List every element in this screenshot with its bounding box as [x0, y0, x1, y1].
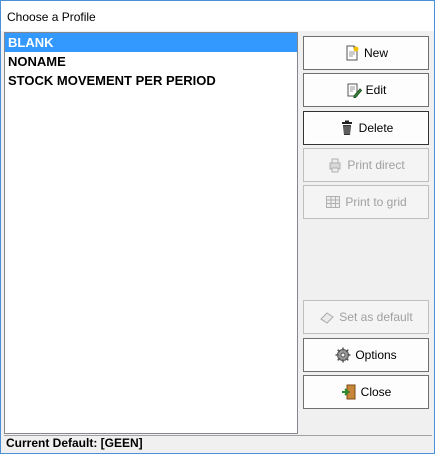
set-as-default-button-label: Set as default — [339, 310, 413, 324]
profile-list-item[interactable]: NONAME — [5, 52, 297, 71]
trash-icon — [339, 120, 355, 136]
profile-dialog: Choose a Profile BLANK NONAME STOCK MOVE… — [0, 0, 435, 454]
status-bar: Current Default: [GEEN] — [4, 435, 432, 451]
eraser-icon — [319, 309, 335, 325]
edit-document-icon — [346, 82, 362, 98]
print-direct-icon — [327, 157, 343, 173]
print-direct-button-label: Print direct — [347, 158, 405, 172]
print-to-grid-button[interactable]: Print to grid — [303, 185, 429, 219]
door-exit-icon — [341, 384, 357, 400]
current-default-status: Current Default: [GEEN] — [6, 436, 143, 450]
close-button[interactable]: Close — [303, 375, 429, 409]
title-bar: Choose a Profile — [1, 1, 434, 31]
profile-list-item[interactable]: BLANK — [5, 33, 297, 52]
gear-icon — [335, 347, 351, 363]
set-as-default-button[interactable]: Set as default — [303, 300, 429, 334]
delete-button-label: Delete — [358, 121, 394, 135]
window-title: Choose a Profile — [7, 10, 96, 24]
edit-button[interactable]: Edit — [303, 73, 429, 107]
profile-list-item[interactable]: STOCK MOVEMENT PER PERIOD — [5, 71, 297, 90]
edit-button-label: Edit — [365, 83, 387, 97]
new-button-label: New — [363, 46, 388, 60]
print-direct-button[interactable]: Print direct — [303, 148, 429, 182]
print-to-grid-button-label: Print to grid — [345, 195, 407, 209]
new-document-icon — [344, 45, 360, 61]
delete-button[interactable]: Delete — [303, 111, 429, 145]
grid-icon — [325, 194, 341, 210]
options-button-label: Options — [355, 348, 397, 362]
new-button[interactable]: New — [303, 36, 429, 70]
options-button[interactable]: Options — [303, 338, 429, 372]
close-button-label: Close — [360, 385, 392, 399]
profile-list[interactable]: BLANK NONAME STOCK MOVEMENT PER PERIOD — [4, 32, 298, 434]
